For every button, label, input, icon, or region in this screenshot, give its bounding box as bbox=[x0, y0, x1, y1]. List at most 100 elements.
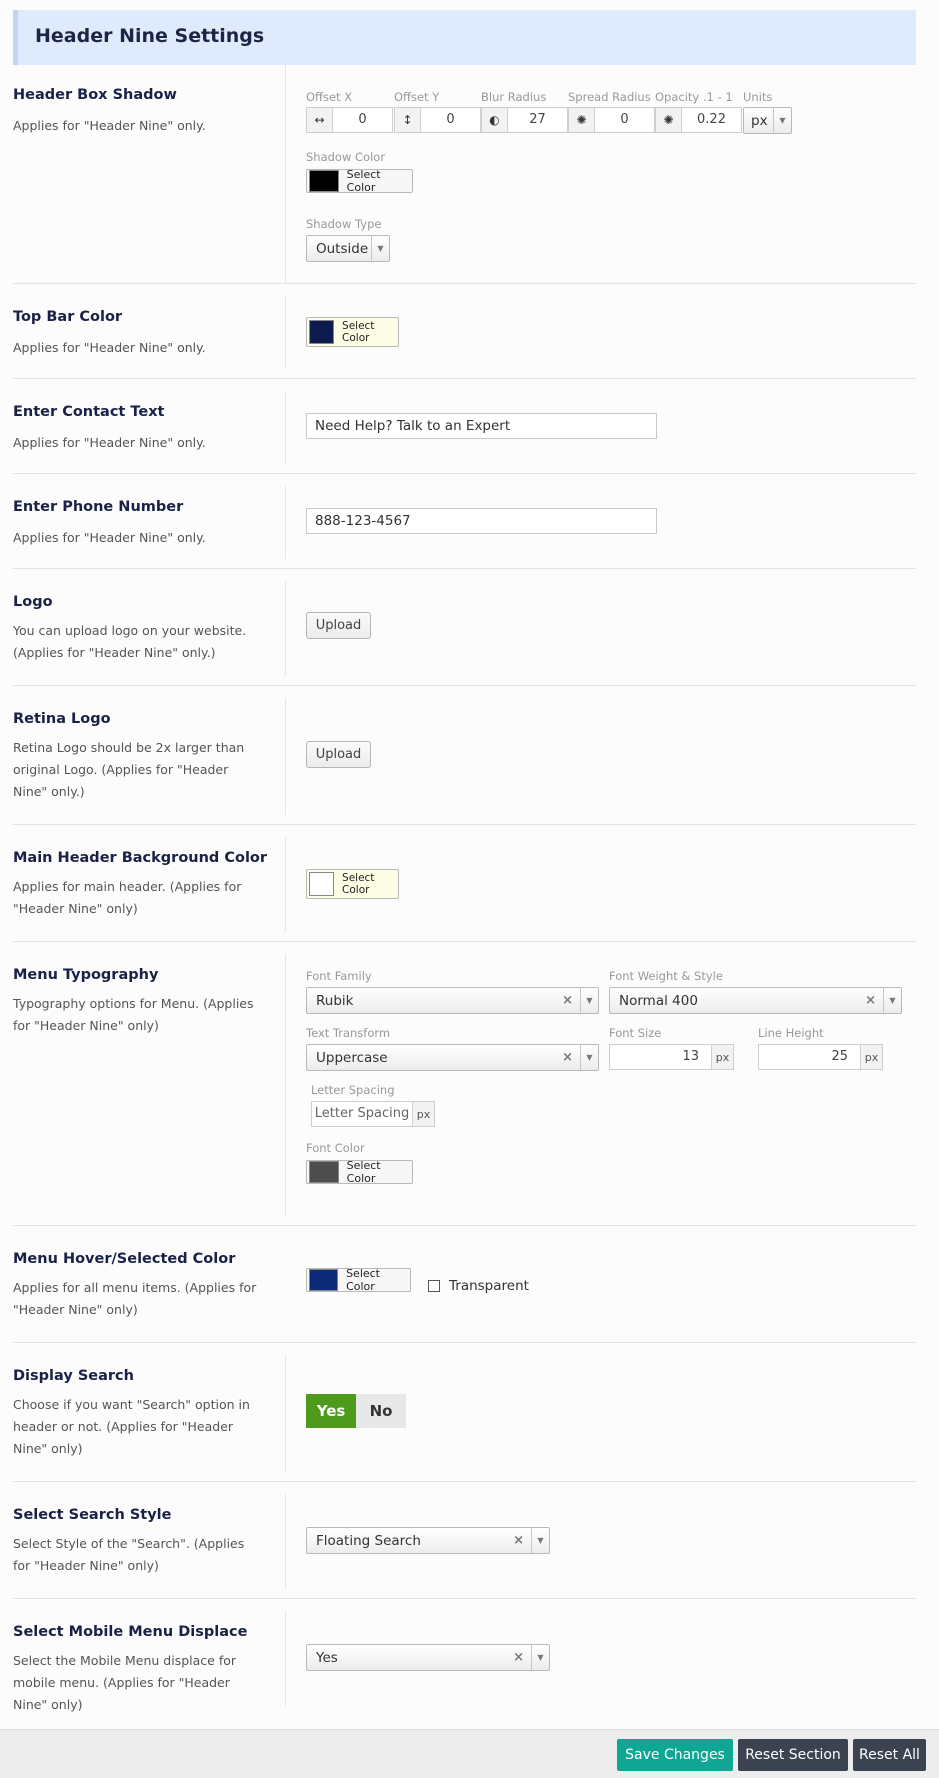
font-size-input[interactable]: 13 px bbox=[609, 1044, 734, 1070]
field-desc: Applies for "Header Nine" only. bbox=[13, 530, 206, 545]
text-transform-select[interactable]: Uppercase × ▼ bbox=[306, 1044, 599, 1071]
spread-input[interactable]: ✺ 0 bbox=[568, 107, 655, 133]
row-main-header-bg: Main Header Background Color Applies for… bbox=[13, 824, 916, 941]
clear-icon[interactable]: × bbox=[865, 993, 876, 1008]
shadow-color-button[interactable]: Select Color bbox=[306, 168, 413, 194]
phone-number-input[interactable]: 888-123-4567 bbox=[306, 508, 657, 534]
font-weight-select[interactable]: Normal 400 × ▼ bbox=[609, 987, 902, 1014]
letter-spacing-label: Letter Spacing bbox=[311, 1083, 395, 1097]
letter-spacing-input[interactable]: Letter Spacing px bbox=[311, 1101, 435, 1127]
field-desc: Choose if you want "Search" option in he… bbox=[13, 1397, 250, 1456]
arrows-horizontal-icon: ↔ bbox=[307, 108, 333, 132]
row-display-search: Display Search Choose if you want "Searc… bbox=[13, 1342, 916, 1481]
save-changes-button[interactable]: Save Changes bbox=[617, 1739, 733, 1771]
chevron-down-icon: ▼ bbox=[531, 1645, 549, 1670]
field-desc: Applies for main header. (Applies for "H… bbox=[13, 879, 242, 916]
font-family-label: Font Family bbox=[306, 969, 372, 983]
opacity-input[interactable]: ✺ 0.22 bbox=[655, 107, 742, 133]
footer-bar: Save Changes Reset Section Reset All bbox=[0, 1729, 939, 1778]
field-desc: Retina Logo should be 2x larger than ori… bbox=[13, 740, 245, 799]
clear-icon[interactable]: × bbox=[513, 1533, 524, 1548]
divider bbox=[285, 65, 286, 283]
divider bbox=[285, 1494, 286, 1589]
reset-all-button[interactable]: Reset All bbox=[853, 1739, 926, 1771]
section-title: Header Nine Settings bbox=[35, 25, 265, 47]
row-search-style: Select Search Style Select Style of the … bbox=[13, 1481, 916, 1598]
top-bar-color-button[interactable]: Select Color bbox=[306, 317, 399, 347]
chevron-down-icon: ▼ bbox=[580, 988, 598, 1013]
divider bbox=[285, 391, 286, 464]
font-weight-label: Font Weight & Style bbox=[609, 969, 723, 983]
logo-upload-button[interactable]: Upload bbox=[306, 612, 371, 639]
units-select[interactable]: px ▼ bbox=[743, 107, 792, 134]
spread-label: Spread Radius bbox=[568, 90, 651, 104]
row-mobile-menu-displace: Select Mobile Menu Displace Select the M… bbox=[13, 1598, 916, 1729]
clear-icon[interactable]: × bbox=[562, 1050, 573, 1065]
row-menu-typography: Menu Typography Typography options for M… bbox=[13, 941, 916, 1225]
field-desc: Select Style of the "Search". (Applies f… bbox=[13, 1536, 245, 1573]
offset-y-input[interactable]: ↕ 0 bbox=[394, 107, 481, 133]
blur-input[interactable]: ◐ 27 bbox=[481, 107, 568, 133]
field-title: Select Mobile Menu Displace bbox=[13, 1624, 248, 1640]
reset-section-button[interactable]: Reset Section bbox=[738, 1739, 848, 1771]
field-title: Select Search Style bbox=[13, 1507, 172, 1523]
divider bbox=[285, 486, 286, 559]
color-swatch bbox=[309, 1161, 339, 1183]
field-desc: Typography options for Menu. (Applies fo… bbox=[13, 996, 254, 1033]
row-header-box-shadow: Header Box Shadow Applies for "Header Ni… bbox=[13, 65, 916, 283]
field-desc: You can upload logo on your website. (Ap… bbox=[13, 623, 247, 660]
search-no-button[interactable]: No bbox=[356, 1394, 406, 1428]
field-desc: Applies for all menu items. (Applies for… bbox=[13, 1280, 257, 1317]
hover-color-button[interactable]: Select Color bbox=[306, 1267, 411, 1293]
lightbulb-icon: ✺ bbox=[569, 108, 595, 132]
offset-y-label: Offset Y bbox=[394, 90, 440, 104]
search-yes-button[interactable]: Yes bbox=[306, 1394, 356, 1428]
text-transform-label: Text Transform bbox=[306, 1026, 391, 1040]
chevron-down-icon: ▼ bbox=[371, 236, 389, 261]
field-title: Main Header Background Color bbox=[13, 850, 268, 866]
field-title: Menu Hover/Selected Color bbox=[13, 1251, 236, 1267]
opacity-label: Opacity .1 - 1 bbox=[655, 90, 733, 104]
transparent-label: Transparent bbox=[449, 1278, 529, 1294]
row-logo: Logo You can upload logo on your website… bbox=[13, 568, 916, 685]
divider bbox=[285, 837, 286, 932]
transparent-checkbox[interactable] bbox=[428, 1280, 440, 1292]
color-swatch bbox=[309, 320, 335, 344]
section-header: Header Nine Settings bbox=[13, 10, 916, 65]
field-desc: Applies for "Header Nine" only. bbox=[13, 435, 206, 450]
field-title: Retina Logo bbox=[13, 711, 111, 727]
clear-icon[interactable]: × bbox=[562, 993, 573, 1008]
field-desc: Select the Mobile Menu displace for mobi… bbox=[13, 1653, 237, 1712]
shadow-type-select[interactable]: Outside ▼ bbox=[306, 235, 390, 262]
contact-text-input[interactable]: Need Help? Talk to an Expert bbox=[306, 413, 657, 439]
search-style-select[interactable]: Floating Search × ▼ bbox=[306, 1527, 550, 1554]
divider bbox=[285, 698, 286, 815]
main-header-bg-color-button[interactable]: Select Color bbox=[306, 869, 399, 899]
font-size-label: Font Size bbox=[609, 1026, 662, 1040]
units-label: Units bbox=[743, 90, 773, 104]
row-top-bar-color: Top Bar Color Applies for "Header Nine" … bbox=[13, 283, 916, 378]
retina-logo-upload-button[interactable]: Upload bbox=[306, 741, 371, 768]
color-swatch bbox=[309, 170, 339, 192]
row-menu-hover-color: Menu Hover/Selected Color Applies for al… bbox=[13, 1225, 916, 1342]
line-height-input[interactable]: 25 px bbox=[758, 1044, 883, 1070]
offset-x-input[interactable]: ↔ 0 bbox=[306, 107, 393, 133]
field-title: Header Box Shadow bbox=[13, 87, 177, 103]
row-contact-text: Enter Contact Text Applies for "Header N… bbox=[13, 378, 916, 473]
offset-x-label: Offset X bbox=[306, 90, 353, 104]
field-desc: Applies for "Header Nine" only. bbox=[13, 118, 206, 133]
mobile-displace-select[interactable]: Yes × ▼ bbox=[306, 1644, 550, 1671]
field-desc: Applies for "Header Nine" only. bbox=[13, 340, 206, 355]
shadow-type-label: Shadow Type bbox=[306, 217, 382, 231]
clear-icon[interactable]: × bbox=[513, 1650, 524, 1665]
font-color-button[interactable]: Select Color bbox=[306, 1159, 413, 1185]
chevron-down-icon: ▼ bbox=[883, 988, 901, 1013]
blur-label: Blur Radius bbox=[481, 90, 547, 104]
row-retina-logo: Retina Logo Retina Logo should be 2x lar… bbox=[13, 685, 916, 824]
field-title: Enter Contact Text bbox=[13, 404, 165, 420]
chevron-down-icon: ▼ bbox=[531, 1528, 549, 1553]
field-title: Enter Phone Number bbox=[13, 499, 184, 515]
font-family-select[interactable]: Rubik × ▼ bbox=[306, 987, 599, 1014]
divider bbox=[285, 954, 286, 1216]
field-title: Logo bbox=[13, 594, 53, 610]
